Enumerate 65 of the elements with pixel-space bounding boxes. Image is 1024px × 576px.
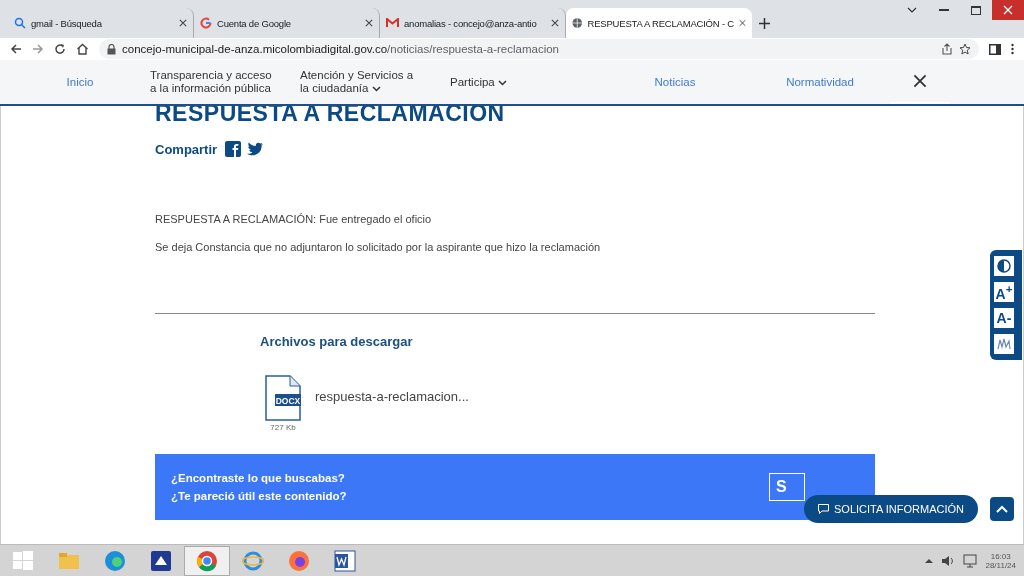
hand-icon xyxy=(996,337,1012,351)
chevron-down-icon[interactable] xyxy=(907,7,917,13)
text-size-button[interactable]: A$^{+}$ xyxy=(994,282,1014,302)
google-icon xyxy=(200,17,212,29)
back-icon[interactable] xyxy=(10,43,22,55)
close-icon[interactable] xyxy=(913,74,927,88)
tab-title: gmail - Búsqueda xyxy=(31,17,103,29)
scroll-top-button[interactable] xyxy=(990,497,1014,521)
tab-title: anomalias - concejo@anza-antio xyxy=(404,17,538,29)
article-paragraph: RESPUESTA A RECLAMACIÓN: Fue entregado el oficio xyxy=(155,213,433,225)
minimize-icon[interactable] xyxy=(939,8,949,12)
nav-link[interactable]: Normatividad xyxy=(750,75,890,89)
more-icon[interactable] xyxy=(1011,43,1014,55)
downloads-heading: Archivos para descargar xyxy=(260,334,414,349)
close-icon[interactable] xyxy=(365,19,373,27)
globe-icon xyxy=(572,17,583,29)
twitter-icon[interactable] xyxy=(247,142,264,156)
request-info-button[interactable]: SOLICITA INFORMACIÓN xyxy=(804,495,978,523)
reload-icon[interactable] xyxy=(54,43,66,55)
nav-link[interactable]: Transparencia y acceso a la información pública xyxy=(150,69,300,95)
contrast-icon xyxy=(997,259,1011,273)
share-label: Compartir xyxy=(155,141,218,157)
feedback-button[interactable]: S xyxy=(769,473,805,501)
home-icon[interactable] xyxy=(76,43,89,55)
chrome-icon[interactable] xyxy=(196,549,218,572)
firefox-icon[interactable] xyxy=(288,549,310,572)
mail-icon xyxy=(386,18,399,28)
nav-link[interactable]: Atención y Servicios a la ciudadanía xyxy=(300,69,450,95)
chat-icon xyxy=(818,504,829,514)
facebook-icon[interactable] xyxy=(225,141,242,157)
search-icon xyxy=(14,17,26,29)
lock-icon xyxy=(107,43,116,55)
speaker-icon[interactable] xyxy=(941,554,956,567)
feedback-question: ¿Te pareció útil este contenido? xyxy=(171,490,348,502)
text-size-button[interactable]: A- xyxy=(994,308,1014,328)
new-tab-icon[interactable] xyxy=(758,17,770,29)
star-icon[interactable] xyxy=(959,43,971,55)
article-paragraph: Se deja Constancia que no adjuntaron lo solicitado por la aspirante que hizo la reclamación xyxy=(155,241,602,253)
close-icon[interactable] xyxy=(551,19,559,27)
sidebar-icon[interactable] xyxy=(989,43,1001,55)
windows-start-icon[interactable] xyxy=(13,550,33,571)
tray-arrow-icon[interactable] xyxy=(925,557,934,564)
clock-date: 28/11/24 xyxy=(985,560,1016,570)
file-size: 727 Kb xyxy=(270,423,296,432)
nav-link[interactable]: Participa xyxy=(450,75,600,89)
close-icon[interactable] xyxy=(179,19,187,27)
share-icon[interactable] xyxy=(941,43,953,55)
scanner-icon[interactable] xyxy=(150,549,172,572)
network-icon[interactable] xyxy=(963,553,978,568)
forward-icon[interactable] xyxy=(32,43,44,55)
browser-tab[interactable]: RESPUESTA A RECLAMACIÓN - C xyxy=(566,8,752,38)
nav-link[interactable]: Inicio xyxy=(10,75,150,89)
clock-time: 16:03 xyxy=(990,551,1011,561)
maximize-icon[interactable] xyxy=(971,5,981,15)
file-link[interactable]: respuesta-a-reclamacion... xyxy=(315,389,469,404)
sign-language-button[interactable] xyxy=(994,334,1014,354)
tab-title: RESPUESTA A RECLAMACIÓN - C xyxy=(587,17,734,29)
document-file-icon[interactable]: DOCX xyxy=(265,375,301,421)
address-bar[interactable]: concejo-municipal-de-anza.micolombiadigital.gov.co/noticias/respuesta-a-reclamacion xyxy=(99,39,979,59)
feedback-question: ¿Encontraste lo que buscabas? xyxy=(171,472,346,484)
word-icon[interactable] xyxy=(334,549,356,572)
nav-link[interactable]: Noticias xyxy=(600,75,750,89)
chevron-up-icon xyxy=(996,505,1008,513)
contrast-button[interactable] xyxy=(994,256,1014,276)
tab-title: Cuenta de Google xyxy=(217,17,292,29)
